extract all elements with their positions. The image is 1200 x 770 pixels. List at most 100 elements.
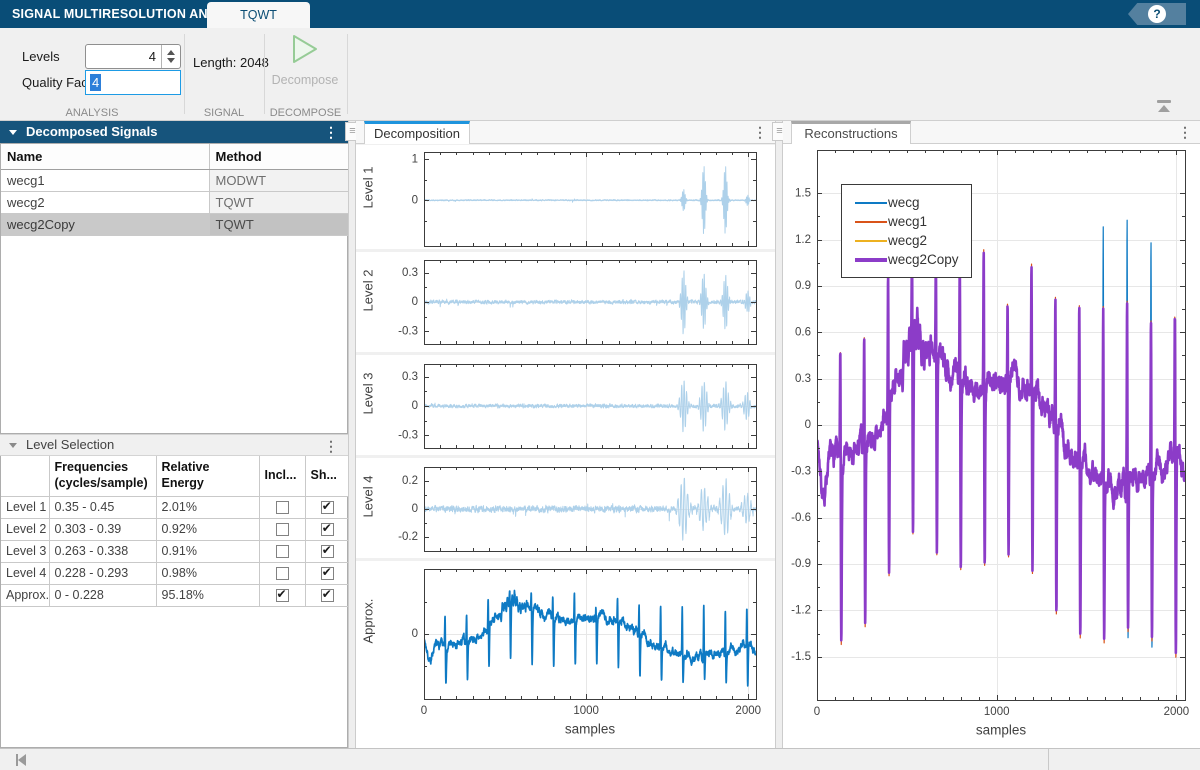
levels-spinner[interactable]: 4 xyxy=(85,44,181,69)
legend-label: wecg xyxy=(888,195,920,210)
status-bar xyxy=(0,748,1200,770)
panel-menu-icon[interactable]: ⋮ xyxy=(753,121,767,144)
panel-menu-icon[interactable]: ⋮ xyxy=(324,435,338,457)
level-label-cell: Level 1 xyxy=(1,496,49,518)
tab-reconstructions[interactable]: Reconstructions xyxy=(791,121,911,144)
legend-item: wecg2 xyxy=(855,231,959,250)
legend-line-sample xyxy=(855,202,887,204)
level3-axis-label: Level 3 xyxy=(361,395,376,415)
collapse-triangle-icon[interactable] xyxy=(9,130,17,135)
levels-label: Levels xyxy=(22,49,60,64)
level-energy-cell: 0.92% xyxy=(156,518,259,540)
splitter-right[interactable]: ≡ xyxy=(775,121,783,748)
reconstruction-plot[interactable]: wecg wecg1 wecg2 wecg2Copy xyxy=(783,144,1200,748)
approx-axis-label: Approx. xyxy=(361,624,376,644)
signal-row[interactable]: wecg2 TQWT xyxy=(1,191,349,213)
quality-factor-value: 4 xyxy=(90,74,101,91)
plot-legend[interactable]: wecg wecg1 wecg2 wecg2Copy xyxy=(841,184,972,278)
collapse-ribbon-icon xyxy=(1157,100,1171,103)
level2-axis-label: Level 2 xyxy=(361,292,376,312)
spinner-arrows[interactable] xyxy=(161,45,180,68)
title-bar: SIGNAL MULTIRESOLUTION ANALYZER TQWT ? xyxy=(0,0,1200,28)
level2-plot[interactable]: Level 2 xyxy=(356,252,775,352)
level-label-cell: Approx. xyxy=(1,584,49,606)
level-energy-cell: 0.98% xyxy=(156,562,259,584)
splitter-left[interactable]: ≡ xyxy=(348,121,356,748)
column-header-show[interactable]: Sh... xyxy=(305,456,349,496)
section-label-signal: SIGNAL xyxy=(184,107,264,120)
show-checkbox[interactable] xyxy=(321,567,334,580)
level-frequency-cell: 0.263 - 0.338 xyxy=(49,540,156,562)
section-label-analysis: ANALYSIS xyxy=(0,107,184,120)
show-checkbox[interactable] xyxy=(321,501,334,514)
help-tag[interactable]: ? xyxy=(1128,3,1186,25)
ribbon-separator xyxy=(347,34,348,114)
show-checkbox[interactable] xyxy=(321,545,334,558)
show-checkbox[interactable] xyxy=(321,523,334,536)
reconstructions-panel: Reconstructions ⋮ wecg wecg1 wecg2 wecg2… xyxy=(783,121,1200,748)
signal-length-text: Length: 2048 xyxy=(193,55,269,70)
signal-row[interactable]: wecg2Copy TQWT xyxy=(1,213,349,235)
include-checkbox[interactable] xyxy=(276,523,289,536)
panel-menu-icon[interactable]: ⋮ xyxy=(1178,121,1192,144)
tab-decomposition[interactable]: Decomposition xyxy=(364,121,470,144)
column-header-frequencies[interactable]: Frequencies (cycles/sample) xyxy=(49,456,156,496)
signal-method-cell: TQWT xyxy=(209,213,349,235)
level-row: Level 4 0.228 - 0.293 0.98% xyxy=(1,562,349,584)
legend-item: wecg1 xyxy=(855,212,959,231)
decomposition-plots-area: Level 1 Level 2 Level 3 Level 4 Approx. xyxy=(356,144,775,748)
level-row: Level 2 0.303 - 0.39 0.92% xyxy=(1,518,349,540)
column-header-relative-energy[interactable]: Relative Energy xyxy=(156,456,259,496)
signal-name-cell[interactable]: wecg2 xyxy=(1,191,209,213)
panel-menu-icon[interactable]: ⋮ xyxy=(324,121,338,143)
toolstrip-ribbon: Levels 4 Quality Factor 4 Length: 2048 D… xyxy=(0,28,1200,121)
legend-label: wecg2 xyxy=(888,233,927,248)
left-panel: Decomposed Signals ⋮ Name Method wecg1 M… xyxy=(0,121,348,748)
level-energy-cell: 0.91% xyxy=(156,540,259,562)
column-header-name[interactable]: Name xyxy=(1,144,209,169)
legend-line-sample xyxy=(855,221,887,223)
decomposed-signals-title: Decomposed Signals xyxy=(26,121,157,143)
legend-item: wecg xyxy=(855,193,959,212)
level-selection-title: Level Selection xyxy=(26,435,114,455)
tab-tqwt[interactable]: TQWT xyxy=(207,2,310,28)
collapse-triangle-icon[interactable] xyxy=(9,443,17,448)
decomposed-signals-header[interactable]: Decomposed Signals ⋮ xyxy=(0,121,348,143)
signal-name-cell[interactable]: wecg2Copy xyxy=(1,213,209,235)
legend-line-sample xyxy=(855,240,887,242)
level4-axis-label: Level 4 xyxy=(361,498,376,518)
include-checkbox[interactable] xyxy=(276,501,289,514)
decomposed-signals-table: Name Method wecg1 MODWT wecg2 TQWT wecg2… xyxy=(0,143,348,434)
help-icon[interactable]: ? xyxy=(1148,5,1166,23)
signal-row[interactable]: wecg1 MODWT xyxy=(1,169,349,191)
show-checkbox[interactable] xyxy=(321,589,334,602)
level4-plot[interactable]: Level 4 xyxy=(356,458,775,558)
level-frequency-cell: 0 - 0.228 xyxy=(49,584,156,606)
spinner-down-icon[interactable] xyxy=(167,58,175,63)
level-frequency-cell: 0.303 - 0.39 xyxy=(49,518,156,540)
level-selection-header[interactable]: Level Selection ⋮ xyxy=(0,434,348,456)
include-checkbox[interactable] xyxy=(276,545,289,558)
column-header-include[interactable]: Incl... xyxy=(259,456,305,496)
column-header-method[interactable]: Method xyxy=(209,144,349,169)
signal-method-cell: MODWT xyxy=(209,169,349,191)
include-checkbox[interactable] xyxy=(276,567,289,580)
levels-value[interactable]: 4 xyxy=(86,45,161,68)
spinner-up-icon[interactable] xyxy=(167,50,175,55)
decompose-button-label: Decompose xyxy=(266,73,344,87)
collapse-ribbon-button[interactable] xyxy=(1152,100,1176,116)
decompose-button[interactable]: Decompose xyxy=(266,34,344,100)
decomposition-panel: Decomposition ⋮ Level 1 Level 2 Level 3 … xyxy=(356,121,775,748)
level-energy-cell: 2.01% xyxy=(156,496,259,518)
level-frequency-cell: 0.35 - 0.45 xyxy=(49,496,156,518)
include-checkbox[interactable] xyxy=(276,589,289,602)
legend-label: wecg1 xyxy=(888,214,927,229)
level1-plot[interactable]: Level 1 xyxy=(356,145,775,249)
level3-plot[interactable]: Level 3 xyxy=(356,355,775,455)
signal-name-cell[interactable]: wecg1 xyxy=(1,169,209,191)
level-selection-table: Frequencies (cycles/sample) Relative Ene… xyxy=(0,456,348,748)
quality-factor-field[interactable]: 4 xyxy=(85,70,181,95)
collapse-left-panel-button[interactable] xyxy=(16,754,30,766)
section-label-decompose: DECOMPOSE xyxy=(264,107,347,120)
approx-plot[interactable]: Approx. xyxy=(356,561,775,748)
